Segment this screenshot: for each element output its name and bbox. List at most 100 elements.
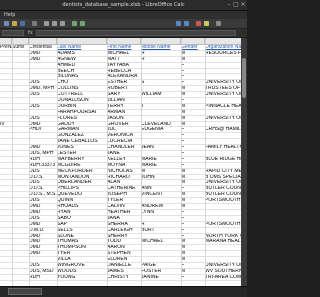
table-cell[interactable]: RDH: [29, 275, 57, 280]
table-cell[interactable]: DONALDSON: [57, 98, 107, 103]
table-cell[interactable]: [0, 139, 12, 144]
table-cell[interactable]: [29, 133, 57, 138]
table-cell[interactable]: YOUNG: [57, 275, 107, 280]
table-cell[interactable]: DURBIN: [57, 104, 107, 109]
table-cell[interactable]: [0, 175, 12, 180]
table-cell[interactable]: QUINN: [57, 198, 107, 203]
column-header-a[interactable]: [0, 38, 12, 44]
table-cell[interactable]: [12, 145, 29, 150]
table-cell[interactable]: DMD: [29, 210, 57, 215]
new-icon[interactable]: [4, 21, 9, 26]
table-cell[interactable]: [12, 275, 29, 280]
table-cell[interactable]: [29, 74, 57, 79]
header-cell[interactable]: Middle Name: [141, 45, 181, 50]
table-cell[interactable]: PHILLIPS: [57, 186, 107, 191]
vertical-scrollbar[interactable]: [241, 38, 247, 286]
table-cell[interactable]: ARMAN: [107, 110, 141, 115]
close-icon[interactable]: ×: [240, 2, 246, 8]
table-cell[interactable]: JOSEPH: [107, 192, 141, 197]
table-cell[interactable]: SAP: [57, 222, 107, 227]
table-cell[interactable]: SABO: [57, 216, 107, 221]
table-cell[interactable]: [12, 80, 29, 85]
table-cell[interactable]: [12, 163, 29, 168]
table-cell[interactable]: [12, 251, 29, 256]
table-cell[interactable]: [0, 104, 12, 109]
table-cell[interactable]: CHANDLER: [107, 145, 141, 150]
table-cell[interactable]: [12, 210, 29, 215]
table-cell[interactable]: TERRY: [107, 104, 141, 109]
cut-icon[interactable]: [44, 21, 49, 26]
table-cell[interactable]: ANDREW: [141, 204, 181, 209]
header-cell[interactable]: Suffix: [12, 45, 29, 50]
table-cell[interactable]: DMD: [29, 234, 57, 239]
table-cell[interactable]: [0, 222, 12, 227]
table-cell[interactable]: TYER: [57, 251, 107, 256]
table-cell[interactable]: DDS, MSD: [29, 269, 57, 274]
table-cell[interactable]: MAYBERRY: [57, 157, 107, 162]
table-cell[interactable]: [0, 157, 12, 162]
table-cell[interactable]: M: [181, 269, 205, 274]
table-cell[interactable]: BILUNAS: [57, 74, 107, 79]
table-cell[interactable]: JANINE: [141, 275, 181, 280]
table-cell[interactable]: JONES: [57, 145, 107, 150]
table-cell[interactable]: THOMAS: [57, 239, 107, 244]
table-cell[interactable]: F: [181, 74, 205, 79]
table-cell[interactable]: [141, 257, 181, 262]
table-cell[interactable]: DMD: [29, 239, 57, 244]
table-cell[interactable]: MARIE: [141, 163, 181, 168]
table-cell[interactable]: F: [181, 210, 205, 215]
table-cell[interactable]: M: [181, 239, 205, 244]
table-cell[interactable]: [0, 69, 12, 74]
table-cell[interactable]: FLORES: [57, 116, 107, 121]
table-cell[interactable]: [12, 57, 29, 62]
name-box[interactable]: [2, 30, 24, 36]
table-cell[interactable]: [12, 133, 29, 138]
minimize-icon[interactable]: –: [226, 2, 232, 8]
table-cell[interactable]: [0, 234, 12, 239]
table-cell[interactable]: ROBERT: [107, 86, 141, 91]
table-cell[interactable]: VINCENT: [141, 192, 181, 197]
table-cell[interactable]: DDS: [29, 169, 57, 174]
table-cell[interactable]: F: [181, 145, 205, 150]
table-cell[interactable]: GONZALEZ: [57, 133, 107, 138]
maximize-icon[interactable]: □: [233, 2, 239, 8]
table-cell[interactable]: JASON: [107, 116, 141, 121]
table-cell[interactable]: [12, 186, 29, 191]
table-cell[interactable]: SELLS: [57, 228, 107, 233]
table-cell[interactable]: [141, 198, 181, 203]
table-cell[interactable]: DDS, MPH: [29, 151, 57, 156]
sort-icon[interactable]: [176, 21, 181, 26]
table-cell[interactable]: R: [141, 51, 181, 56]
table-cell[interactable]: [0, 251, 12, 256]
table-cell[interactable]: [141, 74, 181, 79]
table-cell[interactable]: [12, 245, 29, 250]
table-cell[interactable]: MARIE: [141, 157, 181, 162]
table-cell[interactable]: GARMAN: [57, 127, 107, 132]
table-cell[interactable]: [0, 116, 12, 121]
table-cell[interactable]: DDS: [29, 92, 57, 97]
table-cell[interactable]: F: [181, 151, 205, 156]
table-cell[interactable]: M: [181, 198, 205, 203]
table-cell[interactable]: [0, 80, 12, 85]
table-cell[interactable]: F: [181, 263, 205, 268]
table-cell[interactable]: F: [181, 133, 205, 138]
table-cell[interactable]: [12, 198, 29, 203]
table-cell[interactable]: M: [181, 204, 205, 209]
table-cell[interactable]: [12, 216, 29, 221]
table-cell[interactable]: ALEXANDRA: [107, 74, 141, 79]
filter-icon[interactable]: [184, 21, 189, 26]
table-cell[interactable]: DMD: [29, 51, 57, 56]
table-cell[interactable]: [0, 269, 12, 274]
table-cell[interactable]: [141, 151, 181, 156]
table-cell[interactable]: M: [181, 86, 205, 91]
column-header-e[interactable]: [107, 38, 141, 44]
table-cell[interactable]: [0, 198, 12, 203]
table-cell[interactable]: [12, 151, 29, 156]
chart-icon[interactable]: [196, 21, 201, 26]
table-cell[interactable]: [0, 210, 12, 215]
table-cell[interactable]: VILLA: [57, 257, 107, 262]
table-cell[interactable]: F: [181, 69, 205, 74]
table-cell[interactable]: NICHOLAS: [107, 169, 141, 174]
table-cell[interactable]: [141, 234, 181, 239]
table-cell[interactable]: MCGUIRE: [57, 163, 107, 168]
